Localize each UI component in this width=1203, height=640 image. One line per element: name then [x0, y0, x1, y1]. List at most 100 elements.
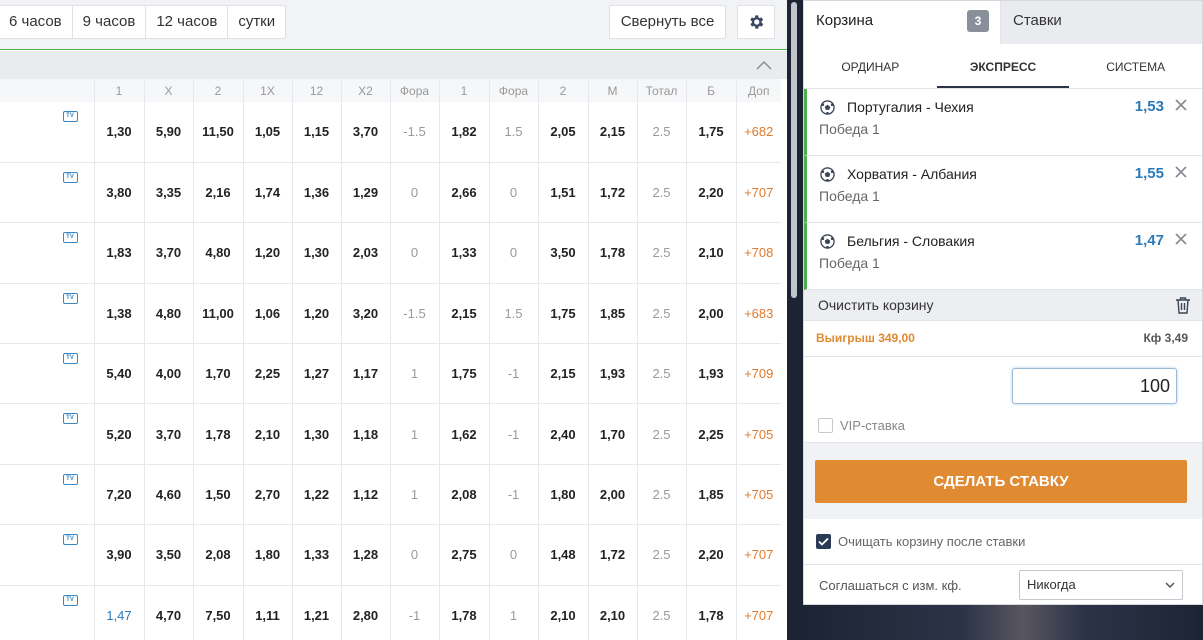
more-markets-link[interactable]: +707 [735, 585, 781, 640]
odds-cell[interactable]: 1,72 [587, 524, 637, 586]
odds-cell[interactable]: 3,70 [143, 222, 193, 284]
tv-icon[interactable]: TV [62, 473, 78, 485]
tv-icon[interactable]: TV [62, 111, 78, 122]
odds-cell[interactable]: 2,00 [685, 283, 736, 345]
odds-cell[interactable]: 1,29 [340, 162, 390, 224]
odds-cell[interactable]: 2,15 [438, 283, 489, 345]
odds-cell[interactable]: 2,15 [587, 102, 637, 163]
odds-cell[interactable]: 3,35 [143, 162, 193, 224]
odds-cell[interactable]: 1,85 [587, 283, 637, 345]
odds-cell[interactable]: 1,30 [93, 102, 144, 163]
odds-cell[interactable]: 2,40 [537, 403, 588, 465]
odds-cell[interactable]: 1,15 [291, 102, 341, 163]
odds-cell[interactable]: 2,10 [242, 403, 292, 465]
odds-cell[interactable]: 1,36 [291, 162, 341, 224]
odds-cell[interactable]: 1,85 [685, 464, 736, 526]
odds-cell[interactable]: 1,78 [685, 585, 736, 640]
odds-cell[interactable]: 1,30 [291, 222, 341, 284]
odds-cell[interactable]: 7,50 [192, 585, 243, 640]
odds-cell[interactable]: 2,03 [340, 222, 390, 284]
odds-cell[interactable]: 2,08 [192, 524, 243, 586]
odds-cell[interactable]: 2,66 [438, 162, 489, 224]
odds-cell[interactable]: 2,20 [685, 162, 736, 224]
more-markets-link[interactable]: +708 [735, 222, 781, 284]
odds-cell[interactable]: 5,90 [143, 102, 193, 163]
clear-cart-button[interactable]: Очистить корзину [818, 297, 934, 313]
odds-cell[interactable]: 3,80 [93, 162, 144, 224]
odds-cell[interactable]: 2,25 [242, 343, 292, 405]
odds-cell[interactable]: 1,06 [242, 283, 292, 345]
odds-cell[interactable]: 4,80 [143, 283, 193, 345]
odds-cell[interactable]: 1,83 [93, 222, 144, 284]
odds-cell[interactable]: 1,82 [438, 102, 489, 163]
odds-cell[interactable]: 3,50 [143, 524, 193, 586]
clear-after-checkbox[interactable] [816, 534, 831, 549]
trash-icon[interactable] [1175, 296, 1191, 314]
odds-cell[interactable]: 1,78 [438, 585, 489, 640]
more-markets-link[interactable]: +709 [735, 343, 781, 405]
odds-cell[interactable]: 3,90 [93, 524, 144, 586]
odds-cell[interactable]: 1,22 [291, 464, 341, 526]
odds-cell[interactable]: 1,30 [291, 403, 341, 465]
more-markets-link[interactable]: +683 [735, 283, 781, 345]
odds-scrollbar[interactable] [787, 0, 803, 640]
tab-cart[interactable]: Корзина 3 [804, 1, 1001, 44]
accept-odds-change-select[interactable]: Никогда [1019, 570, 1183, 600]
odds-cell[interactable]: 4,60 [143, 464, 193, 526]
more-markets-link[interactable]: +707 [735, 162, 781, 224]
odds-cell[interactable]: 11,00 [192, 283, 243, 345]
odds-cell[interactable]: 2,20 [685, 524, 736, 586]
odds-cell[interactable]: 2,10 [537, 585, 588, 640]
vip-checkbox[interactable] [818, 418, 833, 433]
place-bet-button[interactable]: СДЕЛАТЬ СТАВКУ [815, 460, 1187, 503]
period-6h-button[interactable]: 6 часов [0, 6, 73, 38]
odds-cell[interactable]: 1,12 [340, 464, 390, 526]
odds-cell[interactable]: 1,75 [438, 343, 489, 405]
collapse-all-button[interactable]: Свернуть все [609, 5, 726, 39]
odds-cell[interactable]: 1,18 [340, 403, 390, 465]
event-cell[interactable]: TV [0, 222, 94, 284]
tv-icon[interactable]: TV [62, 292, 78, 304]
odds-cell[interactable]: 1,93 [685, 343, 736, 405]
odds-cell[interactable]: 3,50 [537, 222, 588, 284]
odds-cell[interactable]: 1,70 [587, 403, 637, 465]
stake-amount-input[interactable] [1012, 368, 1177, 404]
event-cell[interactable]: TV [0, 585, 94, 640]
event-cell[interactable]: TV [0, 403, 94, 465]
close-icon[interactable] [1174, 165, 1188, 179]
odds-cell[interactable]: 7,20 [93, 464, 144, 526]
odds-cell[interactable]: 3,70 [340, 102, 390, 163]
tv-icon[interactable]: TV [62, 413, 78, 425]
odds-cell[interactable]: 1,20 [291, 283, 341, 345]
odds-cell[interactable]: 2,16 [192, 162, 243, 224]
more-markets-link[interactable]: +705 [735, 464, 781, 526]
odds-cell[interactable]: 1,47 [93, 585, 144, 640]
event-cell[interactable]: TV [0, 283, 94, 345]
tab-bets[interactable]: Ставки [1001, 1, 1202, 44]
odds-cell[interactable]: 3,70 [143, 403, 193, 465]
odds-cell[interactable]: 1,72 [587, 162, 637, 224]
odds-cell[interactable]: 4,00 [143, 343, 193, 405]
odds-cell[interactable]: 1,48 [537, 524, 588, 586]
odds-cell[interactable]: 1,74 [242, 162, 292, 224]
odds-cell[interactable]: 2,75 [438, 524, 489, 586]
tv-icon[interactable]: TV [62, 594, 78, 606]
odds-cell[interactable]: 4,70 [143, 585, 193, 640]
more-markets-link[interactable]: +705 [735, 403, 781, 465]
event-cell[interactable]: TV [0, 102, 94, 163]
odds-cell[interactable]: 1,75 [537, 283, 588, 345]
close-icon[interactable] [1174, 98, 1188, 112]
odds-cell[interactable]: 2,05 [537, 102, 588, 163]
odds-cell[interactable]: 2,15 [537, 343, 588, 405]
odds-cell[interactable]: 11,50 [192, 102, 243, 163]
odds-cell[interactable]: 1,33 [291, 524, 341, 586]
odds-cell[interactable]: 2,10 [685, 222, 736, 284]
tv-icon[interactable]: TV [62, 171, 78, 183]
tab-single[interactable]: ОРДИНАР [804, 45, 937, 88]
odds-cell[interactable]: 1,70 [192, 343, 243, 405]
odds-cell[interactable]: 1,21 [291, 585, 341, 640]
odds-cell[interactable]: 1,78 [587, 222, 637, 284]
event-cell[interactable]: TV [0, 524, 94, 586]
odds-cell[interactable]: 1,75 [685, 102, 736, 163]
odds-cell[interactable]: 5,40 [93, 343, 144, 405]
